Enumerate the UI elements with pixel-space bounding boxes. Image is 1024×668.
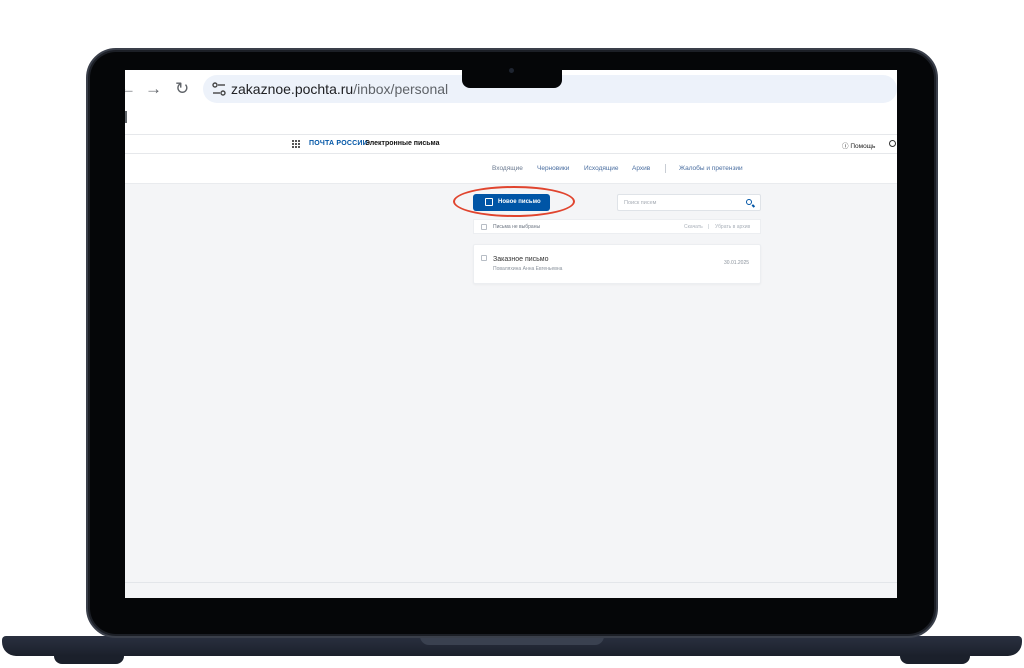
service-title: Электронные письма — [365, 140, 440, 147]
search-placeholder: Поиск писем — [624, 200, 657, 206]
toolbar-divider: | — [708, 224, 710, 230]
search-icon[interactable] — [746, 199, 752, 205]
page-footer — [125, 582, 897, 598]
tab-outgoing[interactable]: Исходящие — [584, 165, 618, 172]
laptop-foot-right — [900, 656, 970, 664]
site-settings-icon[interactable] — [211, 81, 227, 97]
letter-sender: Поваляхина Анна Евгеньевна — [493, 266, 563, 272]
letter-date: 30.01.2025 — [724, 260, 750, 266]
tab-inbox[interactable]: Входящие — [492, 165, 523, 172]
laptop-mockup: ← → ↻ zakaznoe.pochta.ru/inbox/personal … — [0, 0, 1024, 668]
menu-icon[interactable] — [125, 111, 131, 123]
forward-arrow-icon[interactable]: → — [145, 79, 162, 99]
reload-icon[interactable]: ↻ — [175, 79, 189, 99]
mail-navigation: Входящие Черновики Исходящие Архив Жалоб… — [125, 154, 897, 184]
letters-toolbar: Письма не выбраны Скачать | Убрать в арх… — [473, 219, 761, 234]
camera-icon — [509, 68, 514, 73]
tab-drafts[interactable]: Черновики — [537, 165, 569, 172]
help-link[interactable]: ⓘ Помощь — [842, 140, 875, 150]
download-button[interactable]: Скачать — [684, 224, 703, 230]
site-header: ПОЧТА РОССИИ Электронные письма ⓘ Помощь — [125, 134, 897, 154]
search-input[interactable]: Поиск писем — [617, 194, 761, 211]
tab-archive[interactable]: Архив — [632, 165, 650, 172]
user-icon[interactable] — [889, 140, 896, 147]
letter-checkbox[interactable] — [481, 255, 487, 261]
url-path: /inbox/personal — [353, 81, 449, 97]
screen: ← → ↻ zakaznoe.pochta.ru/inbox/personal … — [125, 70, 897, 598]
laptop-foot-left — [54, 656, 124, 664]
selection-status: Письма не выбраны — [493, 224, 541, 230]
apps-grid-icon[interactable] — [292, 140, 300, 148]
letter-subject: Заказное письмо — [493, 256, 549, 263]
url-text: zakaznoe.pochta.ru/inbox/personal — [231, 81, 448, 97]
tab-complaints[interactable]: Жалобы и претензии — [679, 165, 743, 172]
brand-logo[interactable]: ПОЧТА РОССИИ — [309, 140, 368, 147]
highlight-ellipse — [453, 186, 575, 217]
url-host: zakaznoe.pochta.ru — [231, 81, 354, 97]
letter-list-item[interactable]: Заказное письмо Поваляхина Анна Евгеньев… — [473, 244, 761, 284]
help-label: Помощь — [850, 143, 876, 150]
archive-button[interactable]: Убрать в архив — [715, 224, 750, 230]
nav-divider — [665, 164, 666, 173]
back-arrow-icon[interactable]: ← — [125, 79, 136, 99]
select-all-checkbox[interactable] — [481, 224, 487, 230]
